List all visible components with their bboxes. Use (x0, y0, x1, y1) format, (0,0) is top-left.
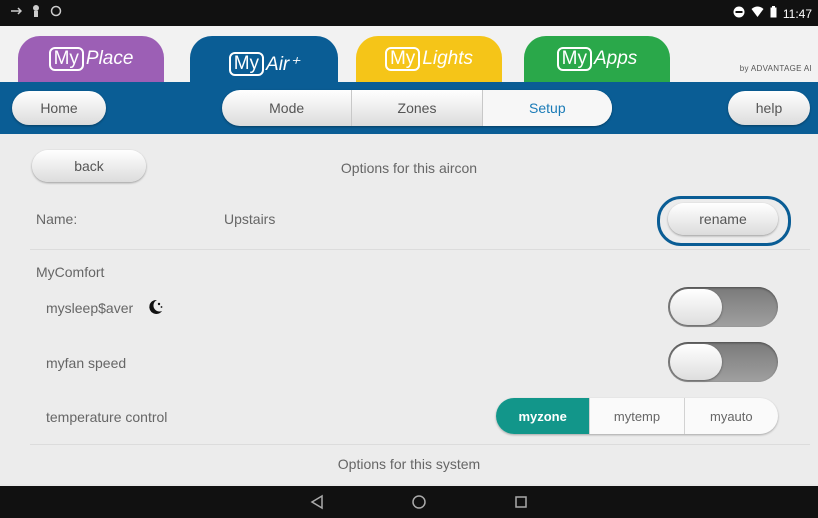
help-button[interactable]: help (728, 91, 810, 125)
name-label: Name: (36, 211, 78, 227)
aircon-name-value: Upstairs (224, 211, 276, 227)
myfan-speed-toggle[interactable] (668, 342, 778, 382)
sync-icon (50, 5, 62, 20)
rename-highlight-ring (657, 196, 791, 246)
toggle-knob (670, 344, 722, 380)
divider (30, 444, 810, 445)
system-options-title: Options for this system (337, 456, 481, 472)
section-segmented-control: Mode Zones Setup (222, 90, 612, 126)
battery-icon (770, 6, 777, 21)
tab-zones[interactable]: Zones (352, 90, 483, 126)
do-not-disturb-icon (733, 6, 745, 21)
tab-setup[interactable]: Setup (482, 90, 612, 126)
mysleepsaver-label: mysleep$aver (46, 300, 134, 316)
tab-myplace[interactable]: My Place (18, 36, 164, 82)
divider (30, 249, 810, 250)
clock-time: 11:47 (782, 6, 812, 21)
status-bar: 11:47 (0, 0, 818, 26)
app-switcher-bar: My Place My Air⁺ My Lights My Apps by ADVANT… (0, 26, 818, 92)
temperature-control-label: temperature control (46, 409, 168, 425)
option-myauto[interactable]: myauto (685, 398, 778, 434)
nav-back-icon[interactable] (310, 494, 324, 515)
nav-home-icon[interactable] (411, 494, 427, 515)
option-mytemp[interactable]: mytemp (590, 398, 685, 434)
system-navigation-bar (0, 486, 818, 518)
tab-mode[interactable]: Mode (222, 90, 353, 126)
tab-mylights[interactable]: My Lights (356, 36, 502, 82)
brand-label: by ADVANTAGE AI (739, 64, 812, 73)
toggle-knob (670, 289, 722, 325)
page-title: Options for this aircon (340, 160, 478, 176)
option-myzone[interactable]: myzone (496, 398, 591, 434)
nav-recents-icon[interactable] (514, 495, 528, 514)
temperature-control-selector: myzone mytemp myauto (496, 398, 778, 434)
mycomfort-section-title: MyComfort (36, 264, 105, 280)
moon-stars-icon (146, 298, 164, 321)
myfan-speed-label: myfan speed (46, 355, 127, 371)
notification-icon (30, 4, 42, 21)
home-button[interactable]: Home (12, 91, 106, 125)
wifi-icon (751, 6, 764, 21)
usb-icon (10, 5, 23, 20)
mysleepsaver-toggle[interactable] (668, 287, 778, 327)
tab-myapps[interactable]: My Apps (524, 36, 670, 82)
